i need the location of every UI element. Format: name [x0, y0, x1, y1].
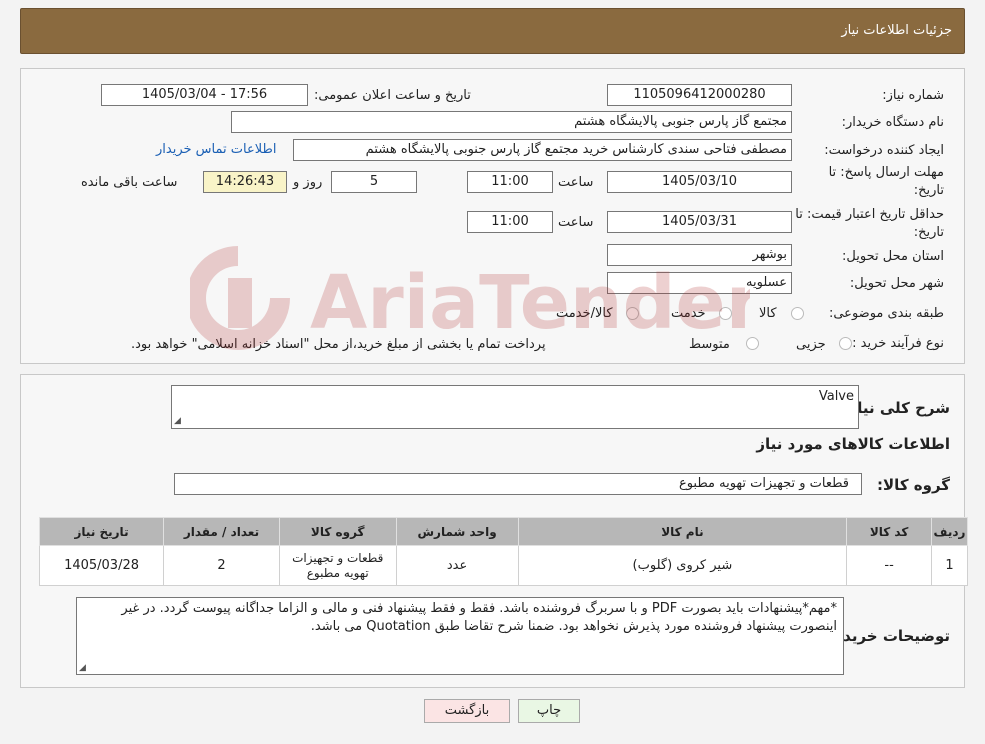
col-code: کد کالا	[846, 517, 932, 546]
page-title: جزئیات اطلاعات نیاز	[841, 23, 952, 38]
creator-field: مصطفی فتاحی سندی کارشناس خرید مجتمع گاز …	[293, 139, 792, 161]
deadline-label-2: تاریخ:	[913, 183, 944, 198]
remaining-label: ساعت باقی مانده	[81, 175, 178, 190]
process-label: نوع فرآیند خرید :	[852, 336, 944, 351]
cell-unit: عدد	[395, 545, 519, 586]
watermark-logo: AriaTender.neT	[186, 238, 934, 372]
goods-table-header: ردیف کد کالا نام کالا واحد شمارش گروه کا…	[38, 517, 969, 546]
print-button[interactable]: چاپ	[518, 699, 580, 723]
validity-time-field: 11:00	[467, 211, 553, 233]
category-option-goods: کالا	[759, 306, 777, 321]
buyer-field: مجتمع گاز پارس جنوبی پالایشگاه هشتم	[231, 111, 792, 133]
goods-group-label: گروه کالا:	[877, 476, 950, 494]
process-radio-minor[interactable]	[839, 337, 852, 350]
watermark-text: AriaTender.neT	[310, 260, 750, 346]
province-label: استان محل تحویل:	[842, 249, 944, 264]
goods-table: ردیف کد کالا نام کالا واحد شمارش گروه کا…	[38, 517, 969, 586]
creator-label: ایجاد کننده درخواست:	[824, 143, 944, 158]
col-need-date: تاریخ نیاز	[38, 517, 165, 546]
process-option-minor: جزیی	[796, 337, 826, 352]
category-label: طبقه بندی موضوعی:	[828, 306, 944, 321]
deadline-date-field: 1405/03/10	[607, 171, 792, 193]
days-label: روز و	[293, 175, 323, 190]
buyer-label: نام دستگاه خریدار:	[841, 115, 944, 130]
col-group: گروه کالا	[278, 517, 397, 546]
cell-quantity: 2	[163, 545, 280, 586]
cell-row: 1	[930, 545, 969, 586]
cell-code: --	[846, 545, 932, 586]
col-unit: واحد شمارش	[395, 517, 519, 546]
days-field: 5	[331, 171, 417, 193]
col-row: ردیف	[930, 517, 969, 546]
category-radio-goods[interactable]	[791, 307, 804, 320]
goods-group-field: قطعات و تجهیزات تهویه مطبوع	[174, 473, 862, 495]
cell-group: قطعات و تجهیزات تهویه مطبوع	[278, 545, 397, 586]
goods-info-title: اطلاعات کالاهای مورد نیاز	[756, 435, 950, 453]
cell-need-date: 1405/03/28	[38, 545, 165, 586]
back-button[interactable]: بازگشت	[424, 699, 510, 723]
cell-name: شیر کروی (گلوب)	[517, 545, 848, 586]
summary-textarea[interactable]: Valve	[171, 385, 859, 429]
resize-grip-icon[interactable]: ◢	[174, 416, 181, 426]
resize-grip-icon[interactable]: ◢	[79, 663, 86, 673]
announce-label: تاریخ و ساعت اعلان عمومی:	[314, 88, 471, 103]
table-row: 1 -- شیر کروی (گلوب) عدد قطعات و تجهیزات…	[38, 545, 969, 586]
goods-details-panel: شرح کلی نیاز: Valve ◢ اطلاعات کالاهای مو…	[20, 374, 969, 688]
announce-field: 1405/03/04 - 17:56	[101, 84, 308, 106]
validity-date-field: 1405/03/31	[607, 211, 792, 233]
buyer-notes-textarea[interactable]: *مهم*پیشنهادات باید بصورت PDF و با سربرگ…	[76, 597, 844, 675]
remaining-time-field: 14:26:43	[203, 171, 287, 193]
col-name: نام کالا	[517, 517, 848, 546]
need-number-field: 1105096412000280	[607, 84, 792, 106]
col-quantity: تعداد / مقدار	[163, 517, 280, 546]
page-header: جزئیات اطلاعات نیاز	[20, 8, 965, 54]
city-label: شهر محل تحویل:	[849, 276, 944, 291]
deadline-time-field: 11:00	[467, 171, 553, 193]
watermark-svg: AriaTender.neT	[186, 246, 934, 350]
deadline-time-label: ساعت	[558, 175, 594, 190]
buyer-contact-link[interactable]: اطلاعات تماس خریدار	[156, 142, 276, 157]
validity-label-1: حداقل تاریخ اعتبار قیمت: تا	[795, 207, 944, 222]
validity-label-2: تاریخ:	[913, 225, 944, 240]
validity-time-label: ساعت	[558, 215, 594, 230]
deadline-label-1: مهلت ارسال پاسخ: تا	[828, 165, 944, 180]
need-number-label: شماره نیاز:	[882, 88, 944, 103]
